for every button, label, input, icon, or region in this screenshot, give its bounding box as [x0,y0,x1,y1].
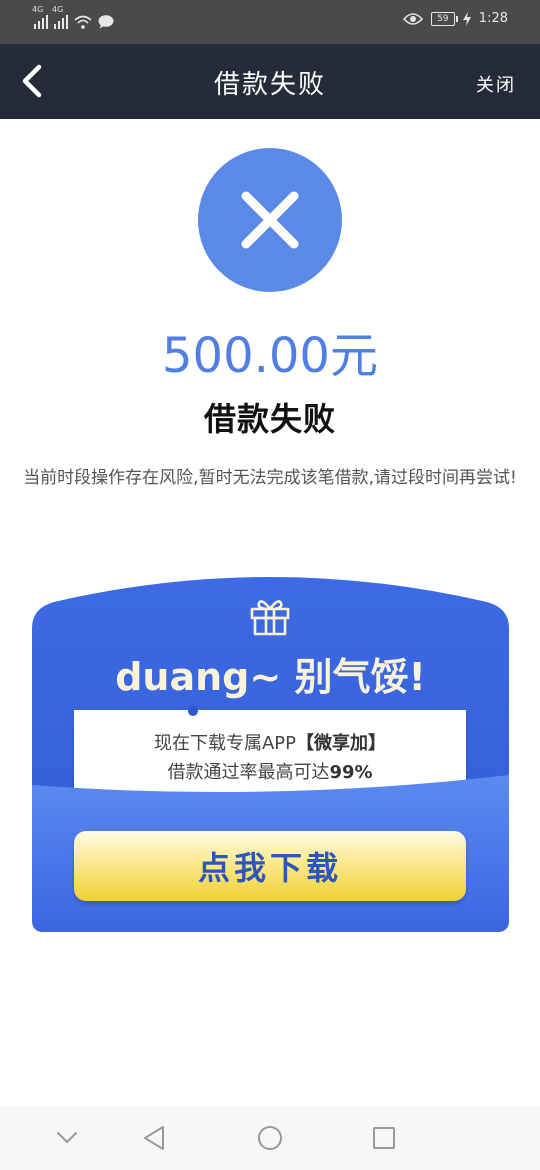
signal-icon: 4G [32,5,48,29]
eye-icon [402,12,423,25]
battery-icon: 59 [430,11,458,26]
promo-headline: duang~ 别气馁! [115,655,426,699]
close-button[interactable]: 关闭 [476,71,516,97]
page-title: 借款失败 [213,70,326,100]
download-promo-card: duang~ 别气馁! 现在下载专属APP【微享加】 借款通过率最高可达99% … [32,570,509,932]
promo-app-name: 【微享加】 [296,733,387,754]
signal-icon: 4G [52,5,68,29]
failure-status-icon [198,148,342,292]
note-pin [188,706,198,716]
home-circle-icon [258,1126,282,1150]
chevron-down-icon [57,1132,77,1144]
network-type-label: 4G [52,5,64,14]
wifi-icon [74,15,92,29]
download-button[interactable]: 点我下载 [74,831,466,901]
hide-keyboard-button[interactable] [47,1118,87,1158]
promo-line-1-text: 现在下载专属APP [153,733,297,754]
promo-line-1: 现在下载专属APP【微享加】 [74,729,466,755]
chat-bubble-icon [98,15,114,29]
network-type-label: 4G [32,5,44,14]
recents-square-icon [373,1127,395,1149]
charging-icon [462,11,471,26]
status-time: 1:28 [478,11,508,26]
system-nav-bar [0,1106,540,1170]
loan-amount: 500.00元 [162,328,378,384]
back-triangle-icon [144,1126,164,1150]
nav-recents-button[interactable] [364,1118,404,1158]
title-bar: 借款失败 关闭 [0,44,540,119]
result-title: 借款失败 [203,400,336,438]
nav-back-button[interactable] [134,1118,174,1158]
nav-home-button[interactable] [250,1118,290,1158]
close-x-icon [241,191,299,249]
status-bar: 4G 4G 59 1:28 [0,0,540,44]
result-message: 当前时段操作存在风险,暂时无法完成该笔借款,请过段时间再尝试! [23,468,517,488]
gift-icon [250,600,290,636]
